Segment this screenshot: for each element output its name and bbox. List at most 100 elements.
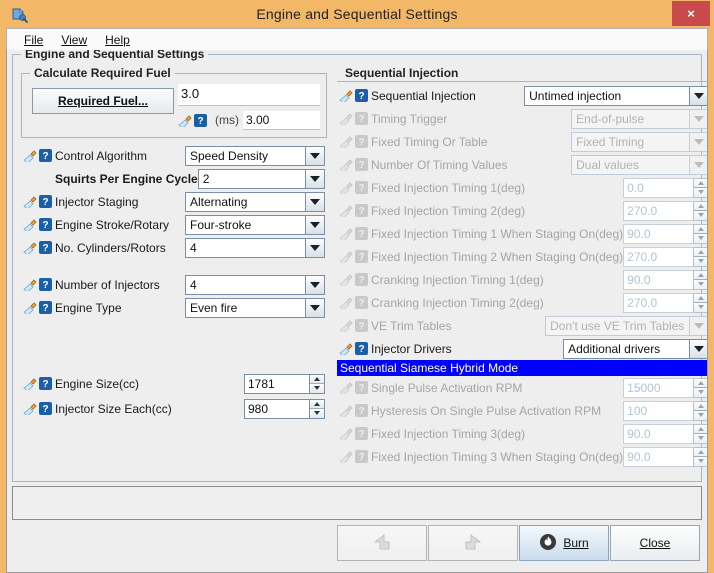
spinner-hysteresis-on-single-pulse-activation-rpm: 100	[623, 401, 708, 421]
help-icon[interactable]: ?	[194, 114, 207, 127]
spinner-value: 270.0	[623, 293, 693, 313]
row-injector-drivers: ?Injector Drivers Additional drivers	[337, 337, 708, 360]
menu-view-label: View	[61, 33, 87, 47]
menu-view[interactable]: View	[52, 31, 96, 49]
spinner-down-icon	[694, 211, 708, 220]
spinner-down-icon[interactable]	[310, 384, 324, 393]
spinner-up-icon[interactable]	[310, 400, 324, 410]
help-icon[interactable]: ?	[39, 402, 52, 415]
spinner-value: 90.0	[623, 270, 693, 290]
help-icon: ?	[355, 296, 368, 309]
required-fuel-button[interactable]: Required Fuel...	[32, 88, 174, 114]
chevron-down-icon[interactable]	[305, 147, 324, 165]
close-button-label: Close	[640, 536, 671, 550]
spinner-engine-size[interactable]: 1781	[244, 374, 325, 394]
row-icons: ?	[21, 241, 53, 254]
label-injector-staging: Injector Staging	[53, 195, 138, 209]
chevron-down-icon[interactable]	[305, 170, 324, 188]
chevron-down-icon[interactable]	[689, 340, 708, 358]
spinner-down-icon	[694, 188, 708, 197]
spinner-value[interactable]: 980	[244, 399, 309, 419]
sequential-injection-rows: ?Sequential InjectionUntimed injection?T…	[337, 84, 708, 360]
help-icon[interactable]: ?	[39, 195, 52, 208]
required-fuel-button-label: Required Fuel...	[58, 94, 148, 108]
help-icon[interactable]: ?	[39, 218, 52, 231]
undo-arrow-icon	[369, 530, 395, 557]
required-fuel-ms-field[interactable]: 3.00	[243, 111, 320, 130]
label-control-algorithm: Control Algorithm	[53, 149, 147, 163]
label-number-of-injectors: Number of Injectors	[53, 278, 160, 292]
spinner-value: 90.0	[623, 424, 693, 444]
spinner-injector-size-each[interactable]: 980	[244, 399, 325, 419]
combo-squirts-per-engine-cycle[interactable]: 2	[198, 169, 325, 189]
pencil-icon	[339, 158, 354, 171]
combo-injector-drivers[interactable]: Additional drivers	[563, 339, 708, 359]
pencil-icon	[339, 250, 354, 263]
spinner-down-icon	[694, 411, 708, 420]
label-number-of-timing-values: Number Of Timing Values	[369, 158, 508, 172]
svg-text:?: ?	[42, 280, 48, 291]
spinner-down-icon[interactable]	[310, 409, 324, 418]
chevron-down-icon[interactable]	[305, 239, 324, 257]
menu-file[interactable]: File	[15, 31, 52, 49]
chevron-down-icon[interactable]	[305, 193, 324, 211]
combo-engine-stroke-rotary[interactable]: Four-stroke	[185, 215, 325, 235]
help-icon[interactable]: ?	[39, 377, 52, 390]
combo-injector-staging[interactable]: Alternating	[185, 192, 325, 212]
spinner-buttons[interactable]	[309, 399, 325, 419]
help-icon[interactable]: ?	[39, 301, 52, 314]
help-icon[interactable]: ?	[355, 342, 368, 355]
help-icon[interactable]: ?	[39, 149, 52, 162]
row-cranking-injection-timing-2-deg: ?Cranking Injection Timing 2(deg) 270.0	[337, 291, 708, 314]
undo-button[interactable]	[337, 525, 427, 561]
spinner-buttons[interactable]	[309, 374, 325, 394]
close-button[interactable]: Close	[610, 525, 700, 561]
spinner-buttons	[693, 270, 708, 290]
button-bar: Burn Close	[7, 520, 707, 566]
combo-timing-trigger: End-of-pulse	[571, 109, 708, 129]
spinner-value[interactable]: 1781	[244, 374, 309, 394]
chevron-down-icon[interactable]	[689, 87, 708, 105]
chevron-down-icon	[689, 317, 708, 335]
label-cranking-injection-timing-2-deg: Cranking Injection Timing 2(deg)	[369, 296, 544, 310]
combo-sequential-injection[interactable]: Untimed injection	[524, 86, 708, 106]
row-single-pulse-activation-rpm: ?Single Pulse Activation RPM15000	[337, 376, 708, 399]
help-icon: ?	[355, 250, 368, 263]
window-title: Engine and Sequential Settings	[0, 6, 714, 22]
menu-help[interactable]: Help	[96, 31, 139, 49]
combo-number-of-injectors[interactable]: 4	[185, 275, 325, 295]
combo-value: Don't use VE Trim Tables	[546, 319, 689, 333]
spinner-up-icon[interactable]	[310, 375, 324, 385]
svg-text:?: ?	[358, 183, 364, 194]
combo-control-algorithm[interactable]: Speed Density	[185, 146, 325, 166]
label-injector-drivers: Injector Drivers	[369, 342, 452, 356]
help-icon: ?	[355, 404, 368, 417]
close-window-button[interactable]: ×	[672, 1, 710, 26]
required-fuel-value-field[interactable]: 3.0	[178, 84, 320, 106]
label-fixed-injection-timing-1-when-staging-on-deg: Fixed Injection Timing 1 When Staging On…	[369, 227, 623, 241]
chevron-down-icon[interactable]	[305, 299, 324, 317]
redo-button[interactable]	[428, 525, 518, 561]
pencil-icon	[23, 149, 38, 162]
label-hysteresis-on-single-pulse-activation-rpm: Hysteresis On Single Pulse Activation RP…	[369, 404, 601, 418]
label-timing-trigger: Timing Trigger	[369, 112, 447, 126]
chevron-down-icon[interactable]	[305, 216, 324, 234]
combo-value: 4	[186, 241, 305, 255]
burn-button[interactable]: Burn	[519, 525, 609, 561]
chevron-down-icon[interactable]	[305, 276, 324, 294]
help-icon: ?	[355, 204, 368, 217]
row-icons: ?	[337, 404, 369, 417]
help-icon[interactable]: ?	[39, 278, 52, 291]
row-icons: ?	[337, 342, 369, 355]
burn-button-label: Burn	[563, 536, 588, 550]
label-ve-trim-tables: VE Trim Tables	[369, 319, 451, 333]
help-icon[interactable]: ?	[39, 241, 52, 254]
row-fixed-injection-timing-3-deg: ?Fixed Injection Timing 3(deg)90.0	[337, 422, 708, 445]
group-divider	[337, 81, 708, 82]
spinner-up-icon	[694, 202, 708, 212]
combo-engine-type[interactable]: Even fire	[185, 298, 325, 318]
combo-no-cylinders-rotors[interactable]: 4	[185, 238, 325, 258]
row-icons: ?	[337, 319, 369, 332]
help-icon[interactable]: ?	[355, 89, 368, 102]
row-icons: ?	[337, 250, 369, 263]
